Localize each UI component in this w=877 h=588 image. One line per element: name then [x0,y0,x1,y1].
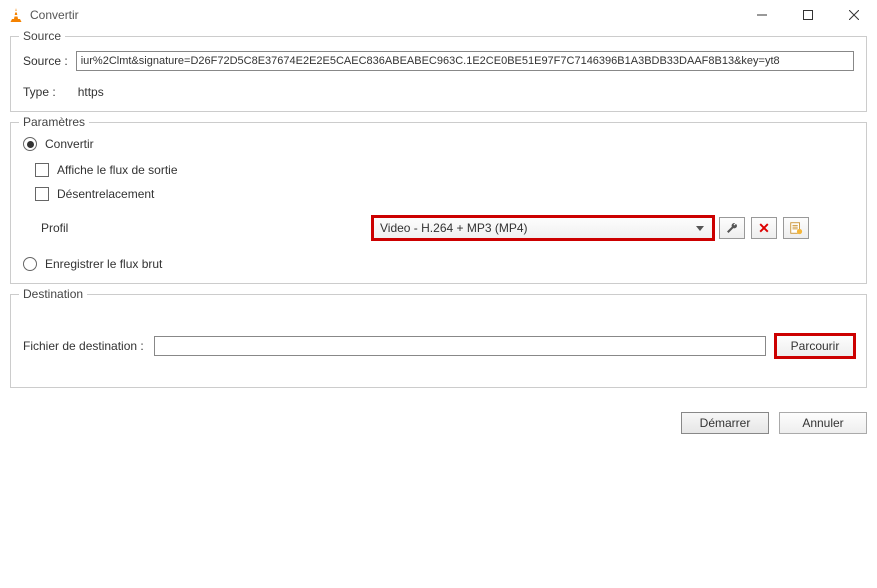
type-label: Type : [23,85,56,99]
maximize-button[interactable] [785,0,831,30]
show-output-label: Affiche le flux de sortie [57,163,178,177]
source-label: Source : [23,54,68,68]
vlc-icon [8,7,24,23]
close-button[interactable] [831,0,877,30]
convert-radio[interactable] [23,137,37,151]
dump-raw-radio[interactable] [23,257,37,271]
profile-select[interactable]: Video - H.264 + MP3 (MP4) [373,217,713,239]
cancel-button[interactable]: Annuler [779,412,867,434]
dump-raw-label: Enregistrer le flux brut [45,257,162,271]
params-legend: Paramètres [19,115,89,129]
start-label: Démarrer [700,416,751,430]
minimize-button[interactable] [739,0,785,30]
profile-value: Video - H.264 + MP3 (MP4) [380,221,528,235]
show-output-checkbox[interactable] [35,163,49,177]
deinterlace-checkbox[interactable] [35,187,49,201]
footer: Démarrer Annuler [0,408,877,434]
window-title: Convertir [30,8,739,22]
dest-file-input[interactable] [154,336,766,356]
params-group: Paramètres Convertir Affiche le flux de … [10,122,867,284]
browse-label: Parcourir [791,339,840,353]
start-button[interactable]: Démarrer [681,412,769,434]
type-value: https [78,85,104,99]
edit-profile-button[interactable] [719,217,745,239]
destination-legend: Destination [19,287,87,301]
deinterlace-label: Désentrelacement [57,187,154,201]
cancel-label: Annuler [802,416,843,430]
browse-button[interactable]: Parcourir [776,335,854,357]
dest-file-label: Fichier de destination : [23,339,144,353]
titlebar: Convertir [0,0,877,30]
source-legend: Source [19,29,65,43]
source-group: Source Source : Type : https [10,36,867,112]
new-profile-button[interactable] [783,217,809,239]
convert-label: Convertir [45,137,94,151]
profile-label: Profil [23,221,373,235]
destination-group: Destination Fichier de destination : Par… [10,294,867,388]
delete-profile-button[interactable]: ✕ [751,217,777,239]
source-input[interactable] [76,51,854,71]
